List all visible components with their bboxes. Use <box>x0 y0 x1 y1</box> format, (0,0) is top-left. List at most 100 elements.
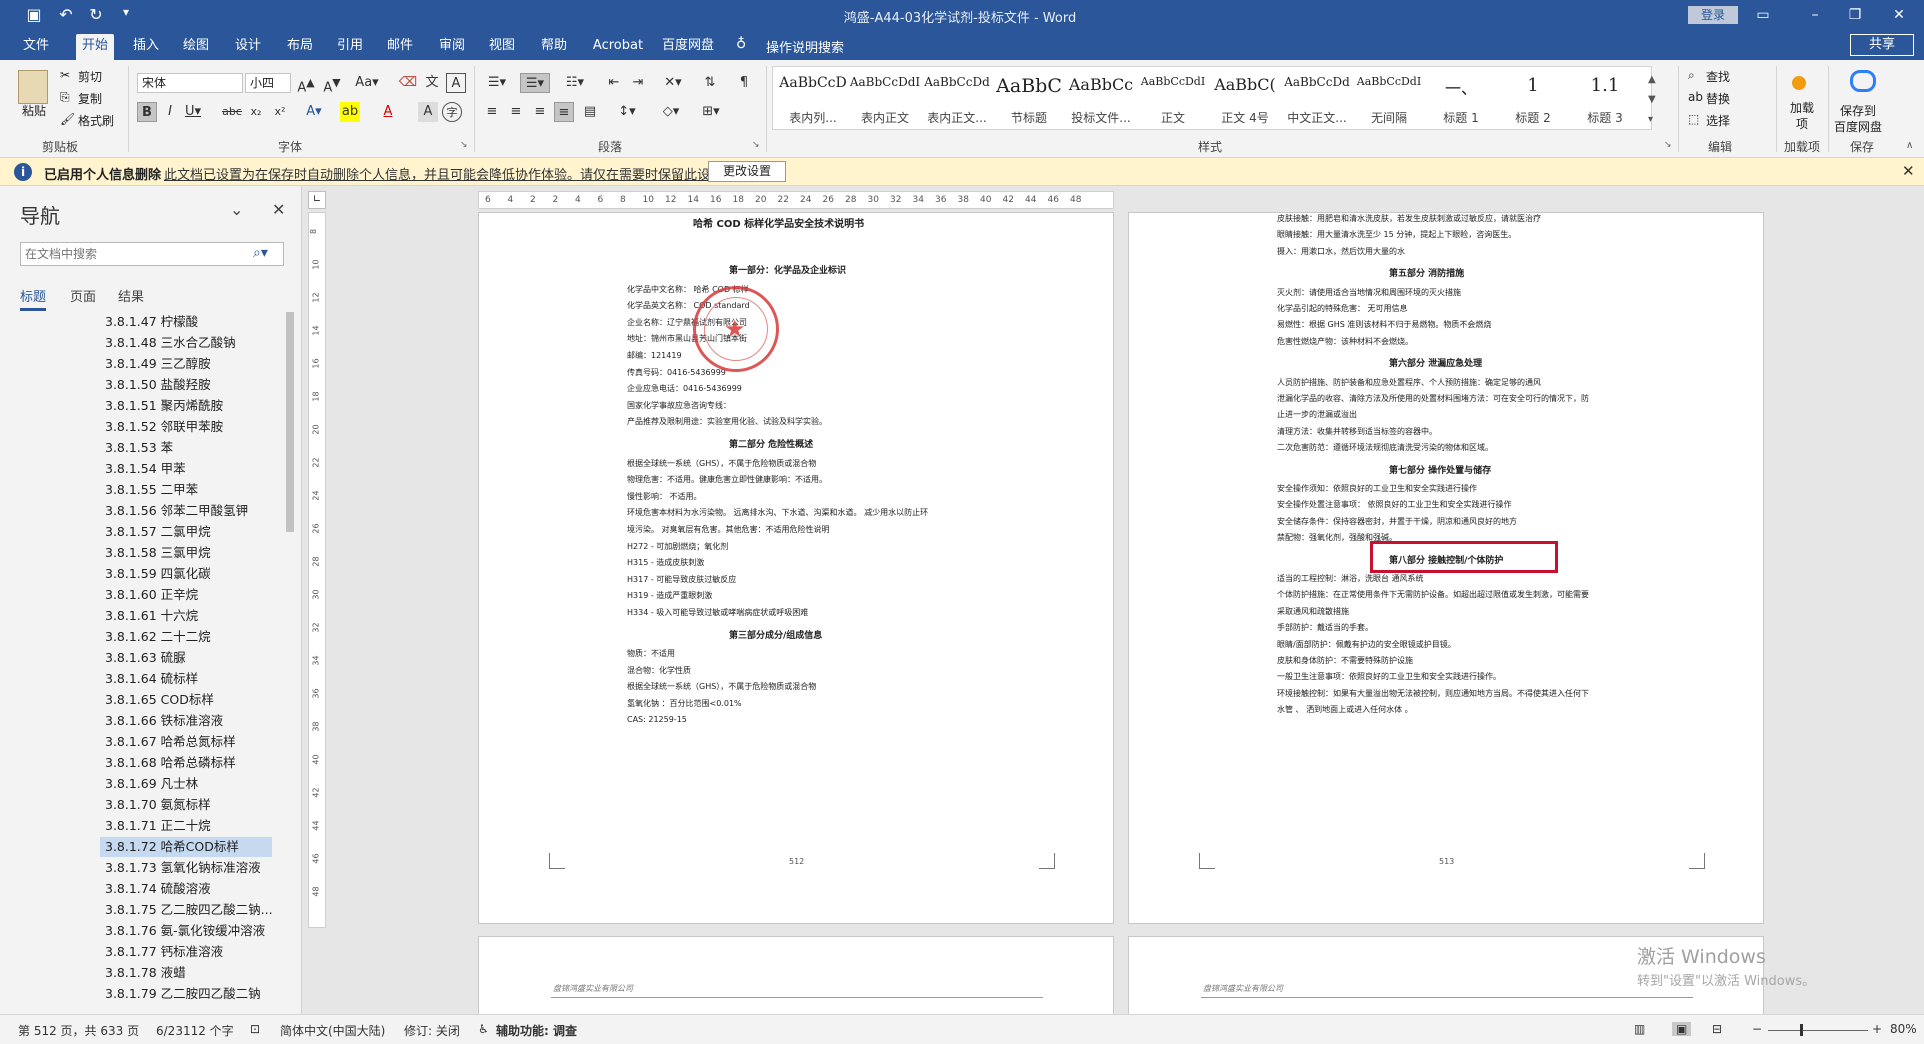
increase-indent-icon[interactable]: ⇥ <box>628 73 648 93</box>
borders-icon[interactable]: ⊞▾ <box>696 102 726 122</box>
nav-heading-item[interactable]: 3.8.1.48 三水合乙酸钠 <box>100 333 272 353</box>
style-item[interactable]: AaBbCcDdI 表内正文 <box>849 67 921 129</box>
enclose-characters-icon[interactable]: 字 <box>442 102 462 122</box>
gallery-more-icon[interactable]: ▾ <box>1648 114 1653 125</box>
tab-12[interactable]: 百度网盘 <box>660 34 716 60</box>
nav-heading-item[interactable]: 3.8.1.75 乙二胺四乙酸二钠... <box>100 900 272 920</box>
nav-heading-item[interactable]: 3.8.1.68 哈希总磷标样 <box>100 753 272 773</box>
nav-heading-item[interactable]: 3.8.1.70 氨氮标样 <box>100 795 272 815</box>
close-icon[interactable]: ✕ <box>1884 4 1914 26</box>
style-item[interactable]: AaBbC 节标题 <box>993 67 1065 129</box>
style-item[interactable]: AaBbCcD 表内列... <box>777 67 849 129</box>
nav-tab-pages[interactable]: 页面 <box>70 286 96 305</box>
nav-scrollbar[interactable] <box>284 312 296 1002</box>
nav-heading-item[interactable]: 3.8.1.72 哈希COD标样 <box>100 837 272 857</box>
text-effects-icon[interactable]: A▾ <box>304 102 324 122</box>
style-item[interactable]: AaBbCcDd 表内正文... <box>921 67 993 129</box>
zoom-out-icon[interactable]: − <box>1752 1022 1762 1036</box>
subscript-icon[interactable]: x₂ <box>246 102 266 122</box>
gallery-up-icon[interactable]: ▲ <box>1648 74 1656 85</box>
search-icon[interactable]: ⌕▾ <box>253 245 268 261</box>
nav-heading-item[interactable]: 3.8.1.65 COD标样 <box>100 690 272 710</box>
shrink-font-icon[interactable]: A▼ <box>322 73 342 95</box>
nav-heading-item[interactable]: 3.8.1.58 三氯甲烷 <box>100 543 272 563</box>
tab-9[interactable]: 视图 <box>484 34 520 60</box>
sort-icon[interactable]: ⇅ <box>700 73 720 93</box>
horizontal-ruler[interactable]: 6 4 2 2 4 6 8 10 12 14 16 18 20 22 24 26 28 30 32 34 36 38 40 4… <box>478 191 1114 209</box>
info-bar-message[interactable]: 此文档已设置为在保存时自动删除个人信息，并且可能会降低协作体验。请仅在需要时保留… <box>164 164 736 183</box>
align-center-icon[interactable]: ≡ <box>506 102 526 122</box>
tell-me-search[interactable]: 操作说明搜索 <box>766 37 844 56</box>
redo-icon[interactable]: ↻ <box>84 5 108 24</box>
tab-2[interactable]: 插入 <box>128 34 164 60</box>
language[interactable]: 简体中文(中国大陆) <box>280 1022 385 1039</box>
zoom-slider-thumb[interactable] <box>1800 1024 1803 1036</box>
tab-1[interactable]: 开始 <box>76 34 114 60</box>
print-layout-icon[interactable]: ▣ <box>1672 1022 1692 1036</box>
highlight-icon[interactable]: ab <box>340 102 360 122</box>
zoom-level[interactable]: 80% <box>1890 1022 1917 1036</box>
web-layout-icon[interactable]: ⊟ <box>1712 1022 1722 1036</box>
numbering-icon[interactable]: ☰▾ <box>520 73 550 93</box>
page-count[interactable]: 第 512 页，共 633 页 <box>18 1022 139 1039</box>
style-item[interactable]: AaBbCcDdI 无间隔 <box>1353 67 1425 129</box>
nav-heading-item[interactable]: 3.8.1.74 硫酸溶液 <box>100 879 272 899</box>
superscript-icon[interactable]: x² <box>270 102 290 122</box>
styles-dialog-launcher-icon[interactable]: ↘ <box>1664 140 1672 150</box>
customize-icon[interactable]: ▾ <box>114 5 138 19</box>
nav-heading-item[interactable]: 3.8.1.76 氨-氯化铵缓冲溶液 <box>100 921 272 941</box>
format-painter-button[interactable]: 格式刷 <box>78 112 114 129</box>
nav-heading-item[interactable]: 3.8.1.67 哈希总氮标样 <box>100 732 272 752</box>
grow-font-icon[interactable]: A▲ <box>296 73 316 95</box>
undo-icon[interactable]: ↶ <box>54 5 78 24</box>
nav-heading-item[interactable]: 3.8.1.50 盐酸羟胺 <box>100 375 272 395</box>
nav-search-input[interactable] <box>25 245 245 263</box>
style-item[interactable]: AaBbC(正文 4号 <box>1209 67 1281 129</box>
nav-heading-item[interactable]: 3.8.1.60 正辛烷 <box>100 585 272 605</box>
font-name-select[interactable]: 宋体 <box>137 73 243 93</box>
character-border-icon[interactable]: A <box>446 73 466 93</box>
read-mode-icon[interactable]: ▥ <box>1634 1022 1645 1036</box>
nav-heading-item[interactable]: 3.8.1.73 氢氧化钠标准溶液 <box>100 858 272 878</box>
nav-heading-item[interactable]: 3.8.1.49 三乙醇胺 <box>100 354 272 374</box>
nav-tab-results[interactable]: 结果 <box>118 286 144 305</box>
align-left-icon[interactable]: ≡ <box>482 102 502 122</box>
clear-format-icon[interactable]: ⌫ <box>398 73 418 93</box>
chinese-layout-icon[interactable]: ✕▾ <box>658 73 688 93</box>
nav-heading-item[interactable]: 3.8.1.54 甲苯 <box>100 459 272 479</box>
line-spacing-icon[interactable]: ↕▾ <box>612 102 642 122</box>
tab-8[interactable]: 审阅 <box>434 34 470 60</box>
baidu-cloud-icon[interactable] <box>1850 70 1876 92</box>
accessibility-status[interactable]: 辅助功能: 调查 <box>496 1022 577 1039</box>
strikethrough-icon[interactable]: abc <box>222 102 242 122</box>
styles-gallery[interactable]: AaBbCcD 表内列... AaBbCcDdI 表内正文 AaBbCcDd 表内正文..… <box>772 66 1652 130</box>
style-item[interactable]: AaBbCcDdI 正文 <box>1137 67 1209 129</box>
nav-heading-item[interactable]: 3.8.1.53 苯 <box>100 438 272 458</box>
nav-heading-item[interactable]: 3.8.1.66 铁标准溶液 <box>100 711 272 731</box>
vertical-ruler[interactable]: 8 10 12 14 16 18 20 22 24 26 28 30 32 34 36 38 40 42 44 46 4… <box>308 212 326 928</box>
word-count[interactable]: 6/23112 个字 <box>156 1022 234 1039</box>
style-item[interactable]: 1 标题 2 <box>1497 67 1569 129</box>
font-color-icon[interactable]: A <box>378 102 398 122</box>
decrease-indent-icon[interactable]: ⇤ <box>604 73 624 93</box>
restore-icon[interactable]: ❐ <box>1840 4 1870 26</box>
multilevel-list-icon[interactable]: ☷▾ <box>560 73 590 93</box>
nav-heading-item[interactable]: 3.8.1.62 二十二烷 <box>100 627 272 647</box>
nav-heading-item[interactable]: 3.8.1.79 乙二胺四乙酸二钠 <box>100 984 272 1004</box>
nav-heading-item[interactable]: 3.8.1.57 二氯甲烷 <box>100 522 272 542</box>
change-settings-button[interactable]: 更改设置 <box>708 161 786 182</box>
nav-heading-item[interactable]: 3.8.1.63 硫脲 <box>100 648 272 668</box>
nav-options-icon[interactable]: ⌄ <box>230 200 243 219</box>
tab-6[interactable]: 引用 <box>332 34 368 60</box>
font-dialog-launcher-icon[interactable]: ↘ <box>460 140 468 150</box>
nav-heading-item[interactable]: 3.8.1.78 液蜡 <box>100 963 272 983</box>
tab-11[interactable]: Acrobat <box>586 34 650 60</box>
change-case-icon[interactable]: Aa▾ <box>352 73 382 93</box>
style-item[interactable]: AaBbCcDd 中文正文... <box>1281 67 1353 129</box>
addins-button[interactable]: 加载项 <box>1786 100 1818 132</box>
share-button[interactable]: 共享 <box>1850 34 1914 56</box>
page-514[interactable]: 盘锦鸿盛实业有限公司 <box>478 936 1114 1016</box>
paste-icon[interactable] <box>18 70 48 104</box>
nav-search-box[interactable]: ⌕▾ <box>20 242 284 266</box>
distributed-icon[interactable]: ▤ <box>580 102 600 122</box>
